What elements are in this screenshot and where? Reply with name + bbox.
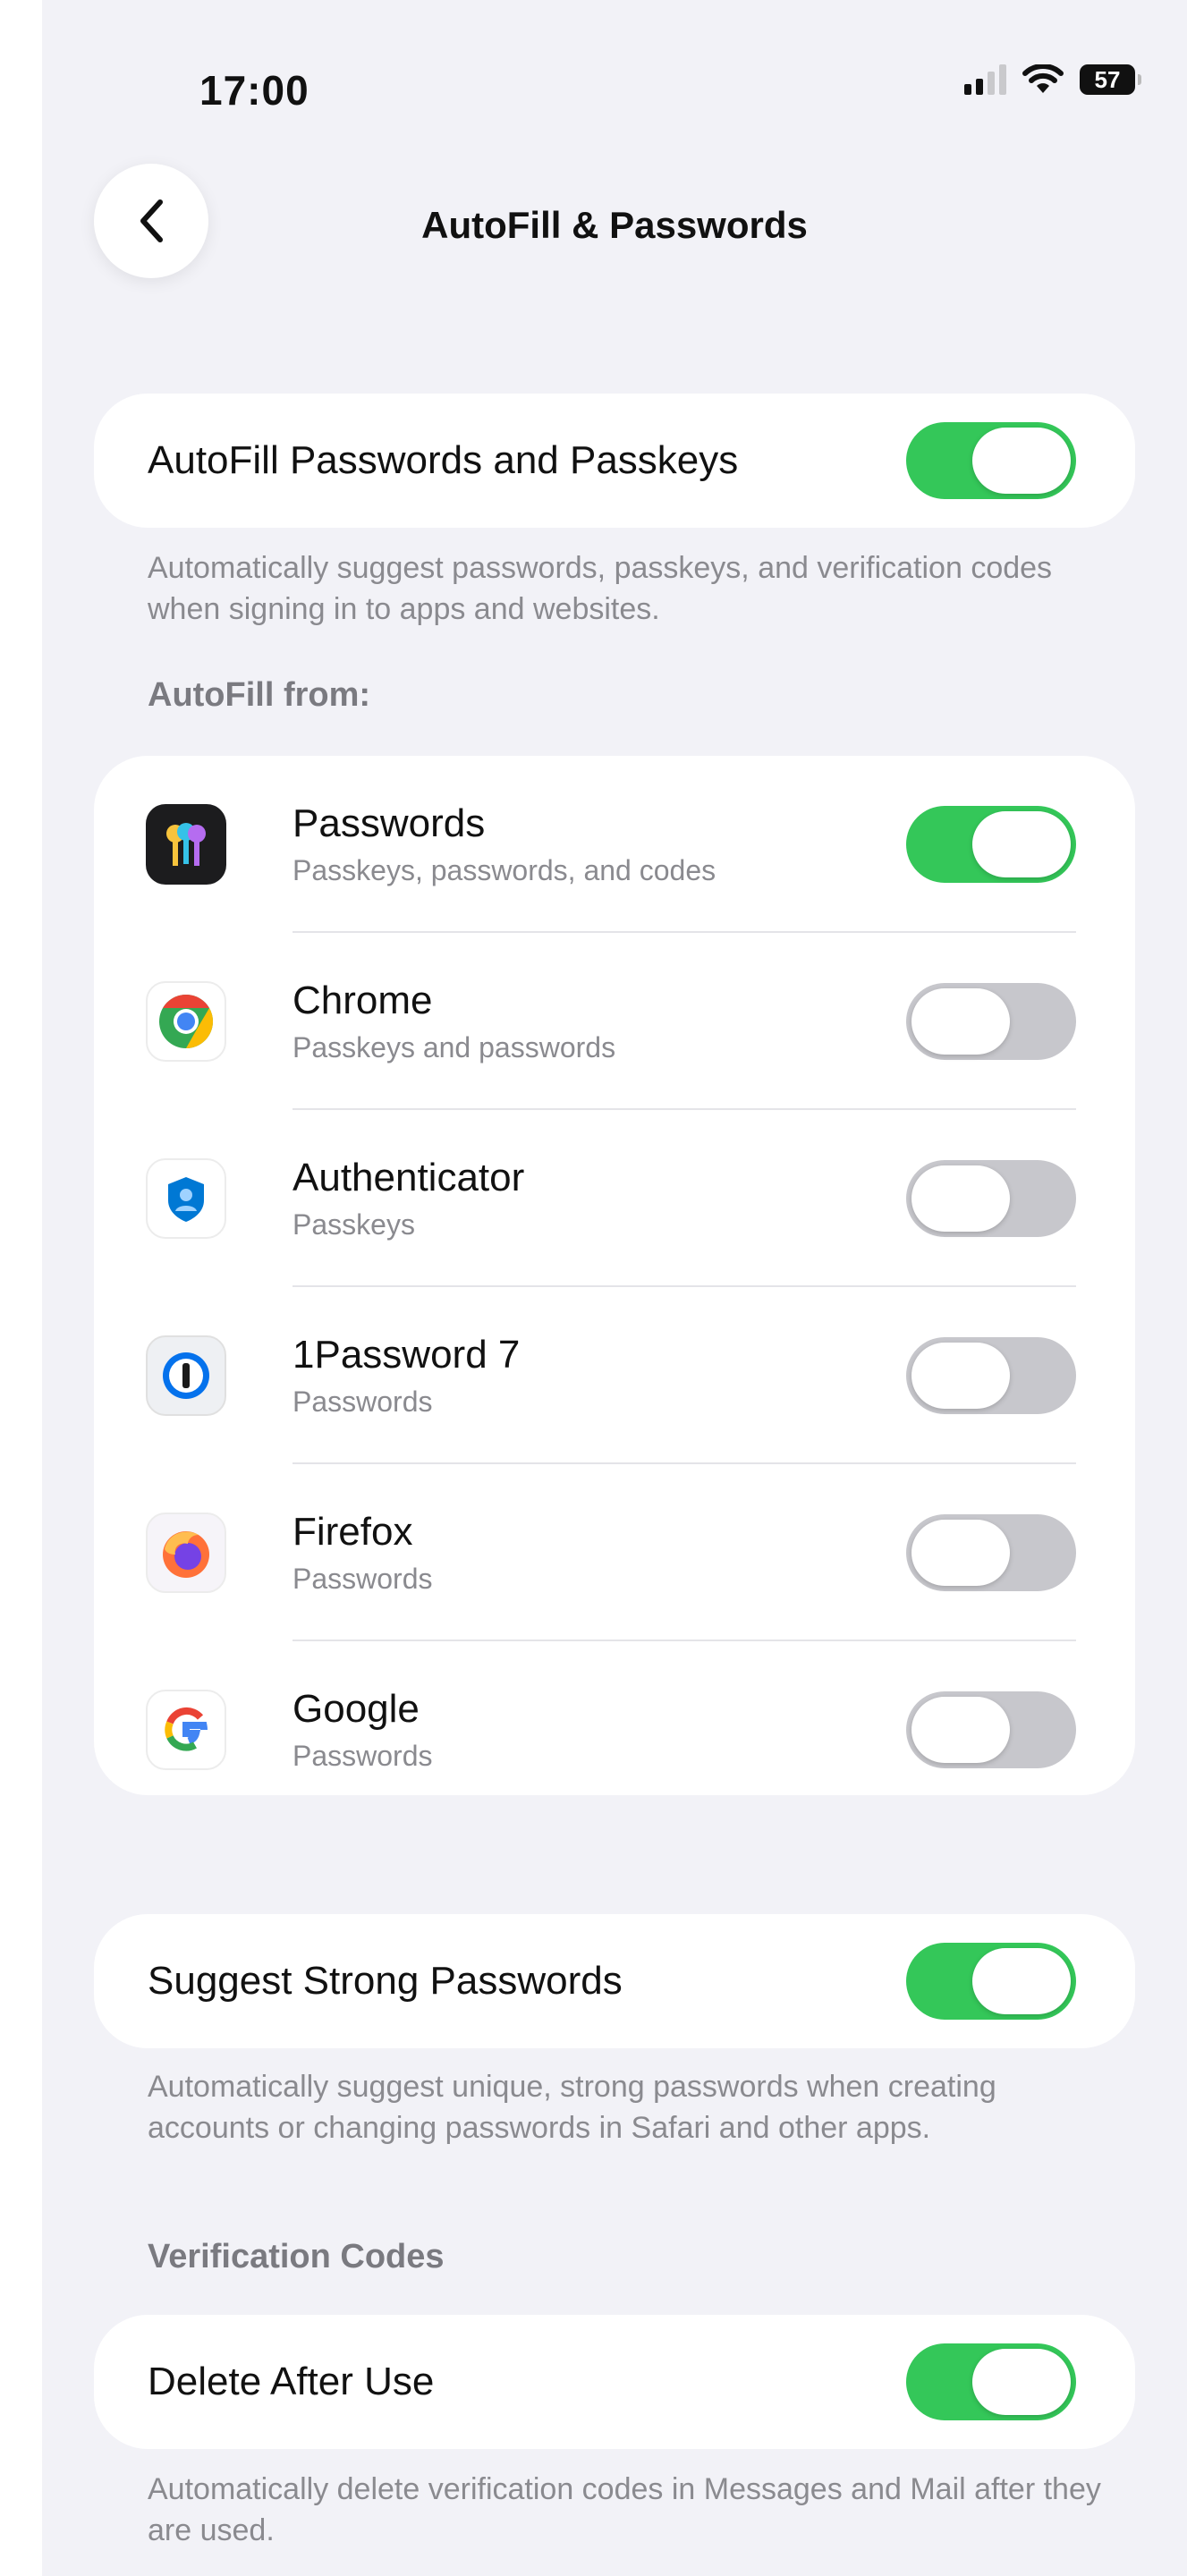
delete-after-use-toggle[interactable] xyxy=(906,2343,1076,2420)
app-name: Authenticator xyxy=(293,1156,525,1199)
app-detail: Passwords xyxy=(293,1385,433,1418)
autofill-card: AutoFill Passwords and Passkeys xyxy=(94,394,1135,528)
autofill-apps-card: Passwords Passkeys, passwords, and codes… xyxy=(94,756,1135,1795)
battery-icon: 57 xyxy=(1080,64,1141,95)
autofill-label: AutoFill Passwords and Passkeys xyxy=(148,438,739,482)
page-title: AutoFill & Passwords xyxy=(421,204,808,246)
chrome-icon xyxy=(146,981,226,1062)
app-detail: Passwords xyxy=(293,1563,433,1595)
autofill-footnote: Automatically suggest passwords, passkey… xyxy=(148,551,1053,626)
toggle-knob xyxy=(911,1343,1010,1409)
google-icon xyxy=(146,1690,226,1770)
authenticator-icon xyxy=(146,1158,226,1239)
toggle-knob xyxy=(911,1165,1010,1232)
app-row-google: Google Passwords xyxy=(94,1641,1135,1818)
app-row-chrome: Chrome Passkeys and passwords xyxy=(94,933,1135,1110)
passwords-toggle[interactable] xyxy=(906,806,1076,883)
app-name: 1Password 7 xyxy=(293,1333,521,1377)
cellular-signal-icon xyxy=(964,64,1006,95)
autofill-toggle[interactable] xyxy=(906,422,1076,499)
firefox-toggle[interactable] xyxy=(906,1514,1076,1591)
strong-passwords-footnote: Automatically suggest unique, strong pas… xyxy=(148,2070,996,2145)
passwords-app-icon xyxy=(146,804,226,885)
app-name: Passwords xyxy=(293,801,486,845)
strong-passwords-toggle[interactable] xyxy=(906,1943,1076,2020)
app-name: Firefox xyxy=(293,1510,413,1554)
toggle-knob xyxy=(972,428,1071,494)
toggle-knob xyxy=(972,2349,1071,2415)
app-name: Chrome xyxy=(293,979,433,1022)
app-row-firefox: Firefox Passwords xyxy=(94,1464,1135,1641)
battery-level: 57 xyxy=(1094,65,1121,93)
firefox-icon xyxy=(146,1513,226,1593)
toggle-knob xyxy=(972,1948,1071,2014)
app-name: Google xyxy=(293,1687,420,1731)
status-time: 17:00 xyxy=(199,67,309,114)
app-detail: Passkeys xyxy=(293,1208,415,1241)
app-detail: Passwords xyxy=(293,1740,433,1772)
toggle-knob xyxy=(911,988,1010,1055)
toggle-knob xyxy=(972,811,1071,877)
strong-passwords-row: Suggest Strong Passwords xyxy=(94,1914,1135,2048)
autofill-from-header: AutoFill from: xyxy=(148,676,371,714)
google-toggle[interactable] xyxy=(906,1691,1076,1768)
strong-passwords-label: Suggest Strong Passwords xyxy=(148,1959,623,2003)
app-detail: Passkeys and passwords xyxy=(293,1031,616,1063)
wifi-icon xyxy=(1022,64,1064,95)
app-detail: Passkeys, passwords, and codes xyxy=(293,854,716,886)
authenticator-toggle[interactable] xyxy=(906,1160,1076,1237)
verification-codes-header: Verification Codes xyxy=(148,2238,445,2275)
verification-codes-footnote: Automatically delete verification codes … xyxy=(148,2472,1101,2547)
strong-passwords-card: Suggest Strong Passwords xyxy=(94,1914,1135,2048)
app-row-authenticator: Authenticator Passkeys xyxy=(94,1110,1135,1287)
1password-toggle[interactable] xyxy=(906,1337,1076,1414)
toggle-knob xyxy=(911,1697,1010,1763)
delete-after-use-row: Delete After Use xyxy=(94,2315,1135,2449)
1password-icon xyxy=(146,1335,226,1416)
status-icons: 57 xyxy=(964,64,1141,95)
chrome-toggle[interactable] xyxy=(906,983,1076,1060)
app-row-1password: 1Password 7 Passwords xyxy=(94,1287,1135,1464)
toggle-knob xyxy=(911,1520,1010,1586)
delete-after-use-label: Delete After Use xyxy=(148,2360,435,2403)
app-row-passwords: Passwords Passkeys, passwords, and codes xyxy=(94,756,1135,933)
delete-after-use-card: Delete After Use xyxy=(94,2315,1135,2449)
autofill-row: AutoFill Passwords and Passkeys xyxy=(94,394,1135,528)
settings-screen: 17:00 57 AutoFill & Passwords AutoFill P… xyxy=(42,0,1187,2576)
